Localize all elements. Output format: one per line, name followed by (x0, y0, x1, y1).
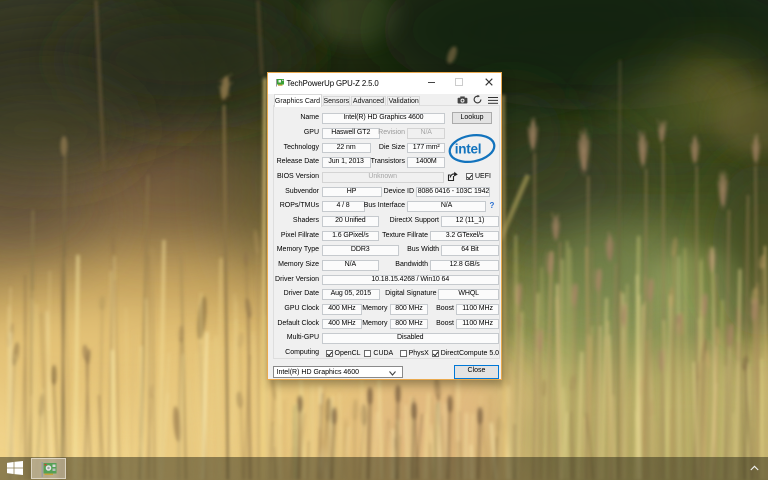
svg-text:intel: intel (455, 141, 482, 156)
